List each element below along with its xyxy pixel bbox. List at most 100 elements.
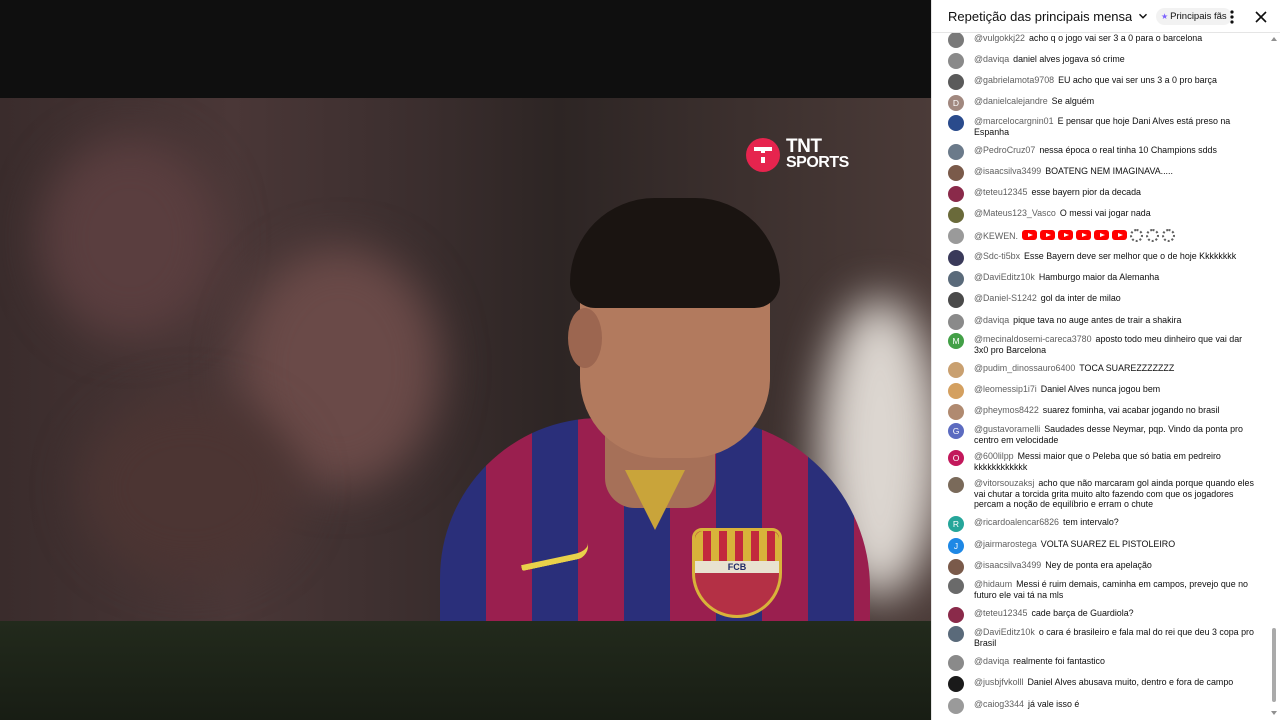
video-player[interactable]: FCB TNT SPORTS [0,0,931,720]
message-author[interactable]: @daviqa [974,656,1009,666]
chat-title[interactable]: Repetição das principais mensagens ... [948,9,1132,24]
chat-message[interactable]: R @ricardoalencar6826 tem intervalo? [948,516,1268,532]
chat-message[interactable]: @caiog3344 já vale isso é [948,698,1268,714]
chat-message[interactable]: G @gustavoramelli Saudades desse Neymar, p… [948,423,1268,445]
message-author[interactable]: @Daniel-S1242 [974,293,1037,303]
chat-message[interactable]: @isaacsilva3499 Ney de ponta era apelação [948,559,1268,575]
chat-message[interactable]: @vulgokkj22 acho q o jogo vai ser 3 a 0 p… [948,33,1268,48]
message-author[interactable]: @marcelocargnin01 [974,116,1054,126]
message-author[interactable]: @vitorsouzaksj [974,478,1034,488]
chat-message[interactable]: @DaviEditz10k o cara é brasileiro e fala … [948,626,1268,648]
avatar[interactable] [948,698,964,714]
scroll-down-arrow-icon[interactable] [1271,710,1277,716]
chat-message[interactable]: @jusbjfvkolll Daniel Alves abusava muito,… [948,676,1268,692]
avatar[interactable] [948,477,964,493]
chat-message[interactable]: J @jairmarostega VOLTA SUAREZ EL PISTOLEIR… [948,538,1268,554]
avatar[interactable] [948,271,964,287]
message-author[interactable]: @vulgokkj22 [974,33,1025,43]
message-author[interactable]: @DaviEditz10k [974,627,1035,637]
message-author[interactable]: @danielcalejandre [974,96,1048,106]
message-author[interactable]: @pheymos8422 [974,405,1039,415]
chat-message[interactable]: @hidaum Messi é ruim demais, caminha em c… [948,578,1268,600]
chat-message[interactable]: @Mateus123_Vasco O messi vai jogar nada [948,207,1268,223]
avatar[interactable]: M [948,333,964,349]
message-author[interactable]: @isaacsilva3499 [974,166,1041,176]
avatar[interactable] [948,607,964,623]
video-frame[interactable]: FCB TNT SPORTS [0,98,931,621]
close-icon[interactable] [1252,8,1270,26]
chat-message[interactable]: @Daniel-S1242 gol da inter de milao [948,292,1268,308]
avatar[interactable] [948,383,964,399]
avatar[interactable] [948,559,964,575]
chat-message[interactable]: @Sdc-ti5bx Esse Bayern deve ser melhor qu… [948,250,1268,266]
avatar[interactable] [948,144,964,160]
avatar[interactable]: D [948,95,964,111]
avatar[interactable] [948,314,964,330]
message-author[interactable]: @daviqa [974,54,1009,64]
message-author[interactable]: @pudim_dinossauro6400 [974,363,1075,373]
message-author[interactable]: @caiog3344 [974,699,1024,709]
avatar[interactable] [948,626,964,642]
message-author[interactable]: @mecinaldosemi-careca3780 [974,334,1092,344]
chat-message[interactable]: @KEWEN. [948,228,1268,244]
chat-message[interactable]: @PedroCruz07 nessa época o real tinha 10 … [948,144,1268,160]
avatar[interactable] [948,33,964,48]
message-author[interactable]: @leomessip1i7i [974,384,1037,394]
top-fans-chip[interactable]: ★ Principais fãs [1156,7,1232,25]
chat-message[interactable]: @teteu12345 esse bayern pior da decada [948,186,1268,202]
message-author[interactable]: @hidaum [974,579,1012,589]
avatar[interactable] [948,186,964,202]
avatar[interactable] [948,292,964,308]
chevron-down-icon[interactable] [1136,9,1150,23]
scrollbar-thumb[interactable] [1272,628,1276,702]
message-author[interactable]: @gabrielamota9708 [974,75,1054,85]
scroll-up-arrow-icon[interactable] [1271,36,1277,42]
chat-message[interactable]: @daviqa pique tava no auge antes de trair… [948,314,1268,330]
chat-messages-list[interactable]: @vulgokkj22 acho q o jogo vai ser 3 a 0 p… [932,33,1280,720]
chat-message[interactable]: O @600lilpp Messi maior que o Peleba que s… [948,450,1268,472]
avatar[interactable] [948,676,964,692]
message-author[interactable]: @gustavoramelli [974,424,1040,434]
message-author[interactable]: @DaviEditz10k [974,272,1035,282]
avatar[interactable] [948,53,964,69]
avatar[interactable] [948,404,964,420]
chat-message[interactable]: @pheymos8422 suarez fominha, vai acabar j… [948,404,1268,420]
message-author[interactable]: @teteu12345 [974,608,1027,618]
chat-message[interactable]: @teteu12345 cade barça de Guardiola? [948,607,1268,623]
avatar[interactable] [948,578,964,594]
avatar[interactable]: R [948,516,964,532]
avatar[interactable] [948,228,964,244]
chat-message[interactable]: @vitorsouzaksj acho que não marcaram gol … [948,477,1268,510]
chat-message[interactable]: @leomessip1i7i Daniel Alves nunca jogou b… [948,383,1268,399]
chat-scrollbar[interactable] [1271,34,1277,718]
chat-message[interactable]: @daviqa realmente foi fantastico [948,655,1268,671]
message-author[interactable]: @ricardoalencar6826 [974,517,1059,527]
avatar[interactable] [948,115,964,131]
avatar[interactable] [948,207,964,223]
message-author[interactable]: @Mateus123_Vasco [974,208,1056,218]
chat-message[interactable]: M @mecinaldosemi-careca3780 aposto todo me… [948,333,1268,355]
chat-message[interactable]: @gabrielamota9708 EU acho que vai ser uns… [948,74,1268,90]
chat-message[interactable]: @pudim_dinossauro6400 TOCA SUAREZZZZZZZ [948,362,1268,378]
message-author[interactable]: @Sdc-ti5bx [974,251,1020,261]
message-author[interactable]: @isaacsilva3499 [974,560,1041,570]
avatar[interactable] [948,165,964,181]
avatar[interactable] [948,74,964,90]
message-author[interactable]: @600lilpp [974,451,1014,461]
avatar[interactable]: J [948,538,964,554]
avatar[interactable] [948,250,964,266]
avatar[interactable]: G [948,423,964,439]
message-author[interactable]: @jairmarostega [974,539,1037,549]
avatar[interactable] [948,362,964,378]
avatar[interactable]: O [948,450,964,466]
chat-message[interactable]: @DaviEditz10k Hamburgo maior da Alemanha [948,271,1268,287]
message-author[interactable]: @daviqa [974,315,1009,325]
chat-message[interactable]: @daviqa daniel alves jogava só crime [948,53,1268,69]
avatar[interactable] [948,655,964,671]
more-vert-icon[interactable] [1224,8,1240,26]
chat-message[interactable]: D @danielcalejandre Se alguém [948,95,1268,111]
chat-message[interactable]: @isaacsilva3499 BOATENG NEM IMAGINAVA....… [948,165,1268,181]
chat-message[interactable]: @marcelocargnin01 E pensar que hoje Dani … [948,115,1268,137]
message-author[interactable]: @jusbjfvkolll [974,677,1023,687]
message-author[interactable]: @KEWEN. [974,231,1018,241]
